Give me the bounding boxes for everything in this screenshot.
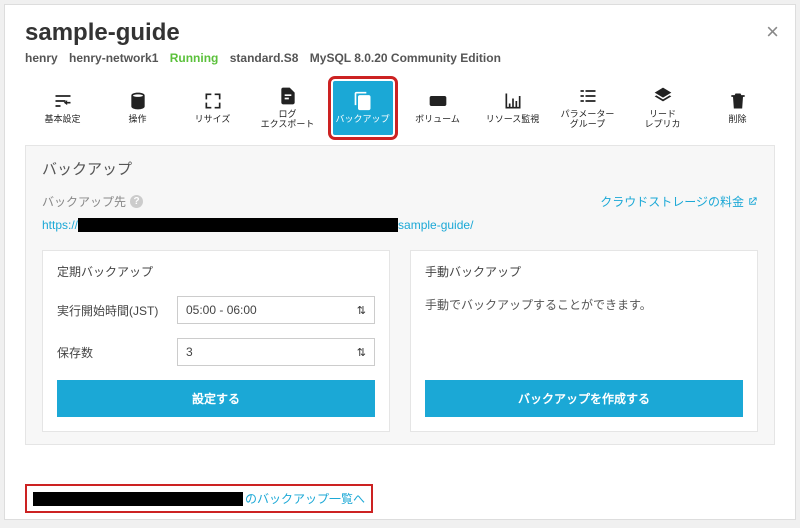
backup-url: https:// sample-guide/ xyxy=(42,218,758,232)
file-export-icon xyxy=(278,86,298,106)
tab-label-line2: エクスポート xyxy=(261,120,315,130)
copy-icon xyxy=(353,91,373,111)
tab-read-replica[interactable]: リード レプリカ xyxy=(633,81,693,135)
time-field-row: 実行開始時間(JST) 05:00 - 06:00 ⇅ xyxy=(57,296,375,324)
backup-list-link-text: のバックアップ一覧へ xyxy=(245,490,365,507)
url-suffix: sample-guide/ xyxy=(398,218,473,232)
meta-version: MySQL 8.0.20 Community Edition xyxy=(310,51,501,65)
retention-select[interactable]: 3 ⇅ xyxy=(177,338,375,366)
tab-label: リサイズ xyxy=(195,115,231,125)
backup-columns: 定期バックアップ 実行開始時間(JST) 05:00 - 06:00 ⇅ 保存数… xyxy=(42,250,758,432)
tab-label: バックアップ xyxy=(335,115,389,125)
resize-icon xyxy=(203,91,223,111)
redacted-block xyxy=(78,218,398,232)
tab-resize[interactable]: リサイズ xyxy=(183,81,243,135)
retention-value: 3 xyxy=(186,345,193,359)
tab-label: ボリューム xyxy=(415,115,460,125)
meta-owner: henry xyxy=(25,51,58,65)
sliders-icon xyxy=(53,91,73,111)
modal-header: sample-guide × xyxy=(5,5,795,51)
layers-icon xyxy=(653,86,673,106)
time-select[interactable]: 05:00 - 06:00 ⇅ xyxy=(177,296,375,324)
scheduled-backup-card: 定期バックアップ 実行開始時間(JST) 05:00 - 06:00 ⇅ 保存数… xyxy=(42,250,390,432)
status-badge: Running xyxy=(170,51,219,65)
chevron-updown-icon: ⇅ xyxy=(357,304,366,317)
create-backup-button[interactable]: バックアップを作成する xyxy=(425,380,743,417)
external-link-icon xyxy=(747,196,758,207)
storage-pricing-link[interactable]: クラウドストレージの料金 xyxy=(600,193,758,210)
redacted-block xyxy=(33,492,243,506)
tab-label-line2: レプリカ xyxy=(644,120,680,130)
meta-row: henry henry-network1 Running standard.S8… xyxy=(5,51,795,75)
link-text: クラウドストレージの料金 xyxy=(600,193,744,210)
manual-description: 手動でバックアップすることができます。 xyxy=(425,296,743,380)
meta-network: henry-network1 xyxy=(69,51,158,65)
destination-label: バックアップ先 xyxy=(42,193,126,210)
database-icon xyxy=(128,91,148,111)
tab-label: 操作 xyxy=(128,115,146,125)
page-title: sample-guide xyxy=(25,19,775,47)
tab-label: リソース監視 xyxy=(486,115,540,125)
tab-label-line2: グループ xyxy=(570,120,605,130)
list-icon xyxy=(578,86,598,106)
time-label: 実行開始時間(JST) xyxy=(57,302,177,319)
close-icon[interactable]: × xyxy=(766,19,779,45)
trash-icon xyxy=(728,91,748,111)
tab-label: 基本設定 xyxy=(44,115,80,125)
meta-spec: standard.S8 xyxy=(230,51,299,65)
tab-parameter-group[interactable]: パラメーター グループ xyxy=(558,81,618,135)
tab-volume[interactable]: ボリューム xyxy=(408,81,468,135)
modal-window: sample-guide × henry henry-network1 Runn… xyxy=(4,4,796,520)
chart-icon xyxy=(503,91,523,111)
url-prefix: https:// xyxy=(42,218,78,232)
tab-resource-monitor[interactable]: リソース監視 xyxy=(483,81,543,135)
destination-label-wrap: バックアップ先 ? xyxy=(42,193,143,210)
chevron-updown-icon: ⇅ xyxy=(357,346,366,359)
manual-backup-card: 手動バックアップ 手動でバックアップすることができます。 バックアップを作成する xyxy=(410,250,758,432)
tabs-row: 基本設定 操作 リサイズ ログ エクスポート バックアップ ボリューム リソース… xyxy=(5,75,795,145)
tab-basic[interactable]: 基本設定 xyxy=(33,81,93,135)
time-value: 05:00 - 06:00 xyxy=(186,303,257,317)
tab-backup[interactable]: バックアップ xyxy=(333,81,393,135)
help-icon[interactable]: ? xyxy=(130,195,143,208)
tab-operate[interactable]: 操作 xyxy=(108,81,168,135)
tab-delete[interactable]: 削除 xyxy=(708,81,768,135)
manual-title: 手動バックアップ xyxy=(425,263,743,280)
backup-panel: バックアップ バックアップ先 ? クラウドストレージの料金 https:// s… xyxy=(25,145,775,445)
scheduled-title: 定期バックアップ xyxy=(57,263,375,280)
tab-log-export[interactable]: ログ エクスポート xyxy=(258,81,318,135)
panel-title: バックアップ xyxy=(42,158,758,179)
retention-label: 保存数 xyxy=(57,344,177,361)
destination-row: バックアップ先 ? クラウドストレージの料金 xyxy=(42,193,758,210)
hdd-icon xyxy=(428,91,448,111)
retention-field-row: 保存数 3 ⇅ xyxy=(57,338,375,366)
backup-list-link[interactable]: のバックアップ一覧へ xyxy=(25,484,373,513)
save-schedule-button[interactable]: 設定する xyxy=(57,380,375,417)
tab-label: 削除 xyxy=(728,115,746,125)
